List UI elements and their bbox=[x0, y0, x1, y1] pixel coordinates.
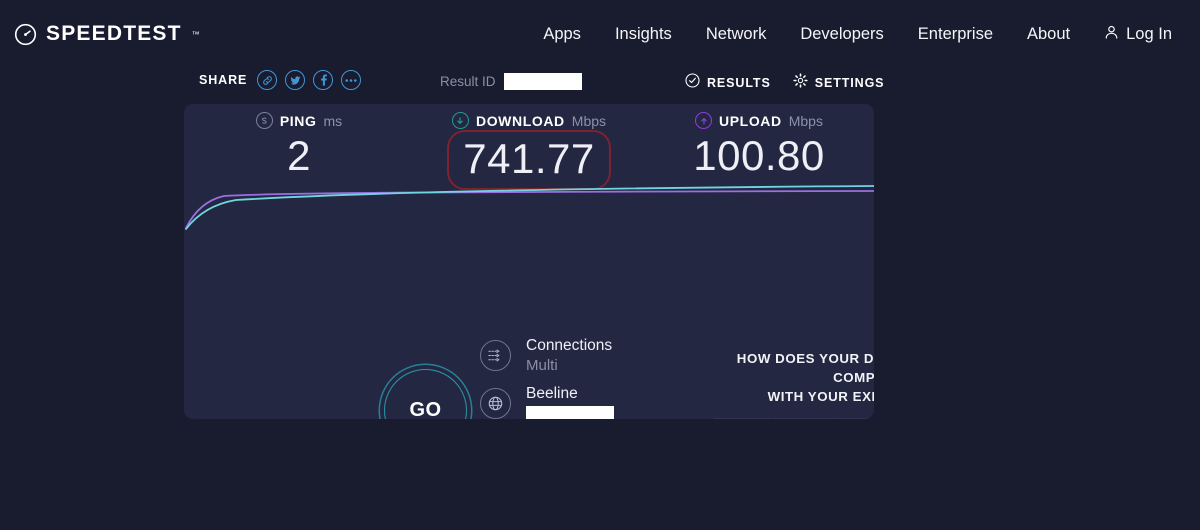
ping-icon bbox=[255, 112, 273, 129]
metric-ping-name: PING bbox=[279, 112, 317, 129]
share-group: SHARE bbox=[199, 70, 362, 90]
metric-ping-unit: ms bbox=[323, 112, 343, 129]
gear-icon bbox=[793, 73, 808, 93]
link-icon[interactable] bbox=[257, 70, 278, 90]
result-id-label: Result ID bbox=[440, 74, 496, 89]
go-button[interactable]: GO bbox=[384, 369, 467, 419]
results-label: RESULTS bbox=[707, 76, 771, 90]
brand-logo[interactable]: SPEEDTEST ™ bbox=[14, 22, 200, 46]
nav-item-enterprise[interactable]: Enterprise bbox=[918, 25, 993, 44]
rating-question-line2: WITH YOUR EXPECTATIONS? bbox=[767, 389, 874, 404]
settings-button[interactable]: SETTINGS bbox=[793, 73, 885, 93]
connections-title: Connections bbox=[526, 337, 613, 354]
server-name: Beeline bbox=[526, 385, 578, 402]
rating-option-3[interactable]: 3 bbox=[835, 418, 874, 419]
result-id-value-redacted[interactable] bbox=[503, 73, 582, 90]
nav-item-insights[interactable]: Insights bbox=[615, 25, 672, 44]
connections-value: Multi bbox=[526, 357, 558, 374]
connections-icon bbox=[480, 340, 511, 371]
metric-upload: UPLOAD Mbps 100.80 bbox=[644, 112, 874, 182]
download-arrow-icon bbox=[451, 112, 469, 129]
upload-arrow-icon bbox=[695, 112, 713, 129]
nav-item-developers[interactable]: Developers bbox=[800, 25, 883, 44]
metric-download-header: DOWNLOAD Mbps bbox=[414, 112, 644, 129]
nav-item-login[interactable]: Log In bbox=[1104, 24, 1172, 45]
settings-label: SETTINGS bbox=[814, 76, 885, 90]
go-button-label: GO bbox=[409, 399, 442, 419]
metric-ping: PING ms 2 bbox=[184, 112, 414, 182]
result-id-group: Result ID bbox=[440, 73, 582, 90]
brand-trademark: ™ bbox=[191, 29, 200, 39]
info-row-server: Beeline Change Server bbox=[480, 384, 710, 419]
rating-question-line1: HOW DOES YOUR DOWNLOAD SPEED COMPARE bbox=[736, 351, 874, 385]
nav-links: Apps Insights Network Developers Enterpr… bbox=[543, 24, 1172, 45]
metric-upload-unit: Mbps bbox=[788, 112, 823, 129]
share-label: SHARE bbox=[199, 73, 248, 87]
connection-info-list: Connections Multi Beeline Change Server bbox=[480, 336, 710, 419]
info-row-connections: Connections Multi bbox=[480, 336, 710, 384]
metric-download-name: DOWNLOAD bbox=[475, 112, 565, 129]
top-navigation-bar: SPEEDTEST ™ Apps Insights Network Develo… bbox=[0, 0, 1200, 68]
nav-item-apps[interactable]: Apps bbox=[543, 25, 581, 44]
results-button[interactable]: RESULTS bbox=[685, 73, 771, 93]
metric-download-unit: Mbps bbox=[571, 112, 607, 129]
result-toolbar: SHARE Result ID RESULTS SETTINGS bbox=[0, 68, 1200, 101]
facebook-icon[interactable] bbox=[313, 70, 334, 90]
twitter-icon[interactable] bbox=[285, 70, 306, 90]
metric-upload-value: 100.80 bbox=[693, 132, 825, 179]
metric-download-value: 741.77 bbox=[447, 130, 611, 190]
globe-icon bbox=[480, 388, 511, 419]
metric-ping-header: PING ms bbox=[184, 112, 414, 129]
server-location-redacted bbox=[526, 406, 614, 419]
brand-name: SPEEDTEST bbox=[46, 22, 182, 45]
person-icon bbox=[1104, 24, 1119, 45]
speedometer-icon bbox=[14, 23, 37, 46]
metric-ping-value: 2 bbox=[287, 132, 311, 179]
metric-download-value-wrap: 741.77 bbox=[414, 130, 644, 190]
metrics-row: PING ms 2 DOWNLOAD Mbps 741.77 UPLOAD Mb… bbox=[184, 104, 874, 190]
more-icon[interactable] bbox=[341, 70, 362, 90]
metric-upload-name: UPLOAD bbox=[719, 112, 782, 129]
nav-item-network[interactable]: Network bbox=[706, 25, 767, 44]
rating-option-1[interactable]: 1 bbox=[711, 418, 773, 419]
check-circle-icon bbox=[685, 73, 700, 93]
nav-item-about[interactable]: About bbox=[1027, 25, 1070, 44]
metric-download: DOWNLOAD Mbps 741.77 bbox=[414, 112, 644, 190]
metric-upload-header: UPLOAD Mbps bbox=[644, 112, 874, 129]
nav-login-label: Log In bbox=[1126, 24, 1172, 43]
rating-question: HOW DOES YOUR DOWNLOAD SPEED COMPARE WIT… bbox=[711, 349, 874, 406]
toolbar-actions: RESULTS SETTINGS bbox=[685, 73, 884, 93]
rating-block: HOW DOES YOUR DOWNLOAD SPEED COMPARE WIT… bbox=[711, 349, 874, 419]
result-panel: PING ms 2 DOWNLOAD Mbps 741.77 UPLOAD Mb… bbox=[184, 104, 874, 419]
speed-graph bbox=[184, 182, 874, 230]
rating-scale: 1 2 3 4 5 bbox=[711, 418, 874, 419]
rating-option-2[interactable]: 2 bbox=[773, 418, 835, 419]
speedtest-page: SPEEDTEST ™ Apps Insights Network Develo… bbox=[0, 0, 1200, 530]
